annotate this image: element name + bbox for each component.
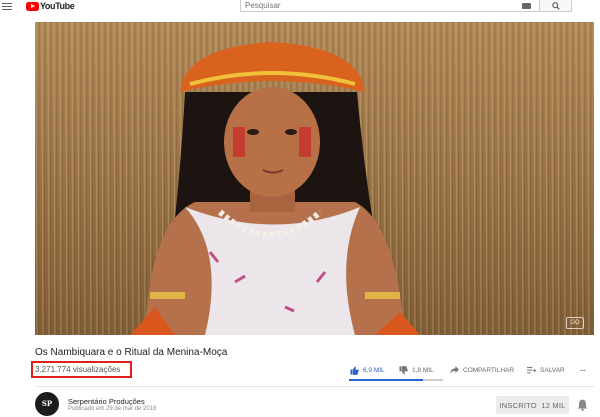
thumbs-up-icon bbox=[350, 365, 359, 375]
notification-bell-icon[interactable] bbox=[577, 399, 588, 411]
channel-avatar[interactable]: SP bbox=[35, 392, 59, 416]
top-bar: YouTube bbox=[0, 0, 600, 14]
keyboard-icon[interactable] bbox=[522, 3, 531, 9]
avatar-text: SP bbox=[41, 399, 53, 408]
logo-text: YouTube bbox=[40, 1, 75, 11]
save-button[interactable]: SALVAR bbox=[527, 365, 565, 375]
youtube-logo-icon bbox=[26, 1, 39, 11]
subscribe-label: INSCRITO bbox=[499, 400, 537, 410]
publish-date: Publicado em 29 de mar de 2018 bbox=[68, 406, 157, 412]
like-ratio-fill bbox=[349, 379, 424, 381]
save-label: SALVAR bbox=[540, 366, 565, 374]
like-count: 6,9 MIL bbox=[363, 366, 385, 374]
share-label: COMPARTILHAR bbox=[463, 366, 515, 374]
video-player[interactable]: GO bbox=[35, 22, 594, 335]
search-icon bbox=[552, 2, 560, 10]
like-dislike-ratio-bar bbox=[349, 379, 443, 381]
share-icon bbox=[450, 366, 459, 374]
divider bbox=[35, 386, 594, 387]
like-button[interactable]: 6,9 MIL bbox=[350, 365, 385, 375]
search-button[interactable] bbox=[540, 0, 572, 12]
menu-icon[interactable] bbox=[2, 1, 12, 11]
video-title: Os Nambiquara e o Ritual da Menina-Moça bbox=[35, 347, 228, 358]
dislike-count: 1,8 MIL bbox=[412, 366, 434, 374]
share-button[interactable]: COMPARTILHAR bbox=[450, 365, 514, 375]
subscribe-button[interactable]: INSCRITO 12 MIL bbox=[496, 396, 569, 414]
search-input[interactable] bbox=[245, 0, 515, 11]
more-actions-button[interactable]: ... bbox=[580, 363, 586, 374]
search-box bbox=[240, 0, 540, 12]
subscriber-count: 12 MIL bbox=[541, 400, 566, 410]
thumbs-down-icon bbox=[399, 365, 408, 375]
video-frame-image bbox=[35, 22, 594, 335]
channel-name[interactable]: Serpentário Produções bbox=[68, 397, 145, 406]
youtube-logo[interactable]: YouTube bbox=[26, 0, 75, 12]
view-count: 3.271.774 visualizações bbox=[35, 365, 121, 374]
add-to-playlist-icon bbox=[527, 366, 536, 374]
dislike-button[interactable]: 1,8 MIL bbox=[399, 365, 434, 375]
channel-watermark[interactable]: GO bbox=[566, 317, 584, 329]
